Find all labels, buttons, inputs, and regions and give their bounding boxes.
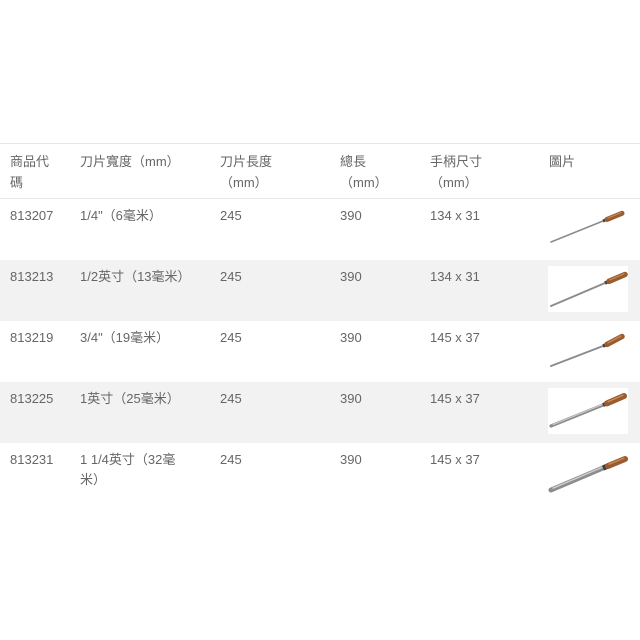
- blade-width-cell: 1/4"（6毫米）: [80, 208, 162, 223]
- blade-width-cell: 1 1/4英寸（32毫米）: [80, 451, 176, 487]
- header-blade-length: 刀片長度（mm）: [220, 154, 273, 190]
- handle-size-cell: 145 x 37: [430, 329, 480, 345]
- thin-blade-tool-image: [548, 326, 628, 373]
- blade-length-cell: 245: [220, 268, 242, 284]
- product-image-cell: [539, 321, 640, 382]
- product-code-cell: 813213: [10, 268, 54, 284]
- blade-width-cell: 3/4"（19毫米）: [80, 329, 170, 345]
- table-row: 813213 1/2英寸（13毫米） 245 390 134 x 31: [0, 259, 640, 321]
- product-image-cell: [539, 443, 640, 504]
- blade-width-cell: 1英寸（25毫米）: [80, 390, 180, 406]
- product-code-cell: 813225: [10, 390, 54, 406]
- header-product-code: 商品代碼: [10, 154, 50, 190]
- blade-width-cell: 1/2英寸（13毫米）: [80, 268, 191, 284]
- product-code-cell: 813207: [10, 208, 54, 223]
- handle-size-cell: 134 x 31: [430, 208, 480, 223]
- product-image-cell: [539, 260, 640, 321]
- header-image: 圖片: [549, 154, 576, 169]
- header-handle-size: 手柄尺寸（mm）: [430, 154, 483, 190]
- blade-length-cell: 245: [220, 451, 242, 467]
- handle-size-cell: 145 x 37: [430, 451, 480, 467]
- total-length-cell: 390: [340, 390, 362, 406]
- total-length-cell: 390: [340, 451, 362, 467]
- handle-size-cell: 145 x 37: [430, 390, 480, 406]
- flat-blade-tool-image: [548, 387, 628, 434]
- table-row: 813207 1/4"（6毫米） 245 390 134 x 31: [0, 199, 640, 260]
- table-row: 813225 1英寸（25毫米） 245 390 145 x 37: [0, 381, 640, 443]
- header-row: 商品代碼 刀片寬度（mm） 刀片長度（mm） 總長（mm） 手柄尺寸（mm） 圖…: [0, 143, 640, 199]
- header-blade-width: 刀片寬度（mm）: [80, 154, 180, 169]
- handle-size-cell: 134 x 31: [430, 268, 480, 284]
- table-row: 813219 3/4"（19毫米） 245 390 145 x 37: [0, 321, 640, 382]
- blade-length-cell: 245: [220, 329, 242, 345]
- product-code-cell: 813231: [10, 451, 54, 467]
- blade-length-cell: 245: [220, 208, 242, 223]
- header-total-length: 總長（mm）: [340, 154, 388, 190]
- blade-length-cell: 245: [220, 390, 242, 406]
- thin-blade-tool-image: [548, 205, 628, 251]
- wide-flat-blade-tool-image: [548, 448, 628, 495]
- product-image-cell: [539, 199, 640, 260]
- total-length-cell: 390: [340, 208, 362, 223]
- table-body: 813207 1/4"（6毫米） 245 390 134 x 31 813213…: [0, 199, 640, 504]
- product-code-cell: 813219: [10, 329, 54, 345]
- total-length-cell: 390: [340, 268, 362, 284]
- product-image-cell: [539, 382, 640, 443]
- total-length-cell: 390: [340, 329, 362, 345]
- thin-blade-tool-image: [548, 265, 628, 312]
- table-header: 商品代碼 刀片寬度（mm） 刀片長度（mm） 總長（mm） 手柄尺寸（mm） 圖…: [0, 143, 640, 199]
- table-row: 813231 1 1/4英寸（32毫米） 245 390 145 x 37: [0, 443, 640, 504]
- product-spec-table: 商品代碼 刀片寬度（mm） 刀片長度（mm） 總長（mm） 手柄尺寸（mm） 圖…: [0, 143, 640, 504]
